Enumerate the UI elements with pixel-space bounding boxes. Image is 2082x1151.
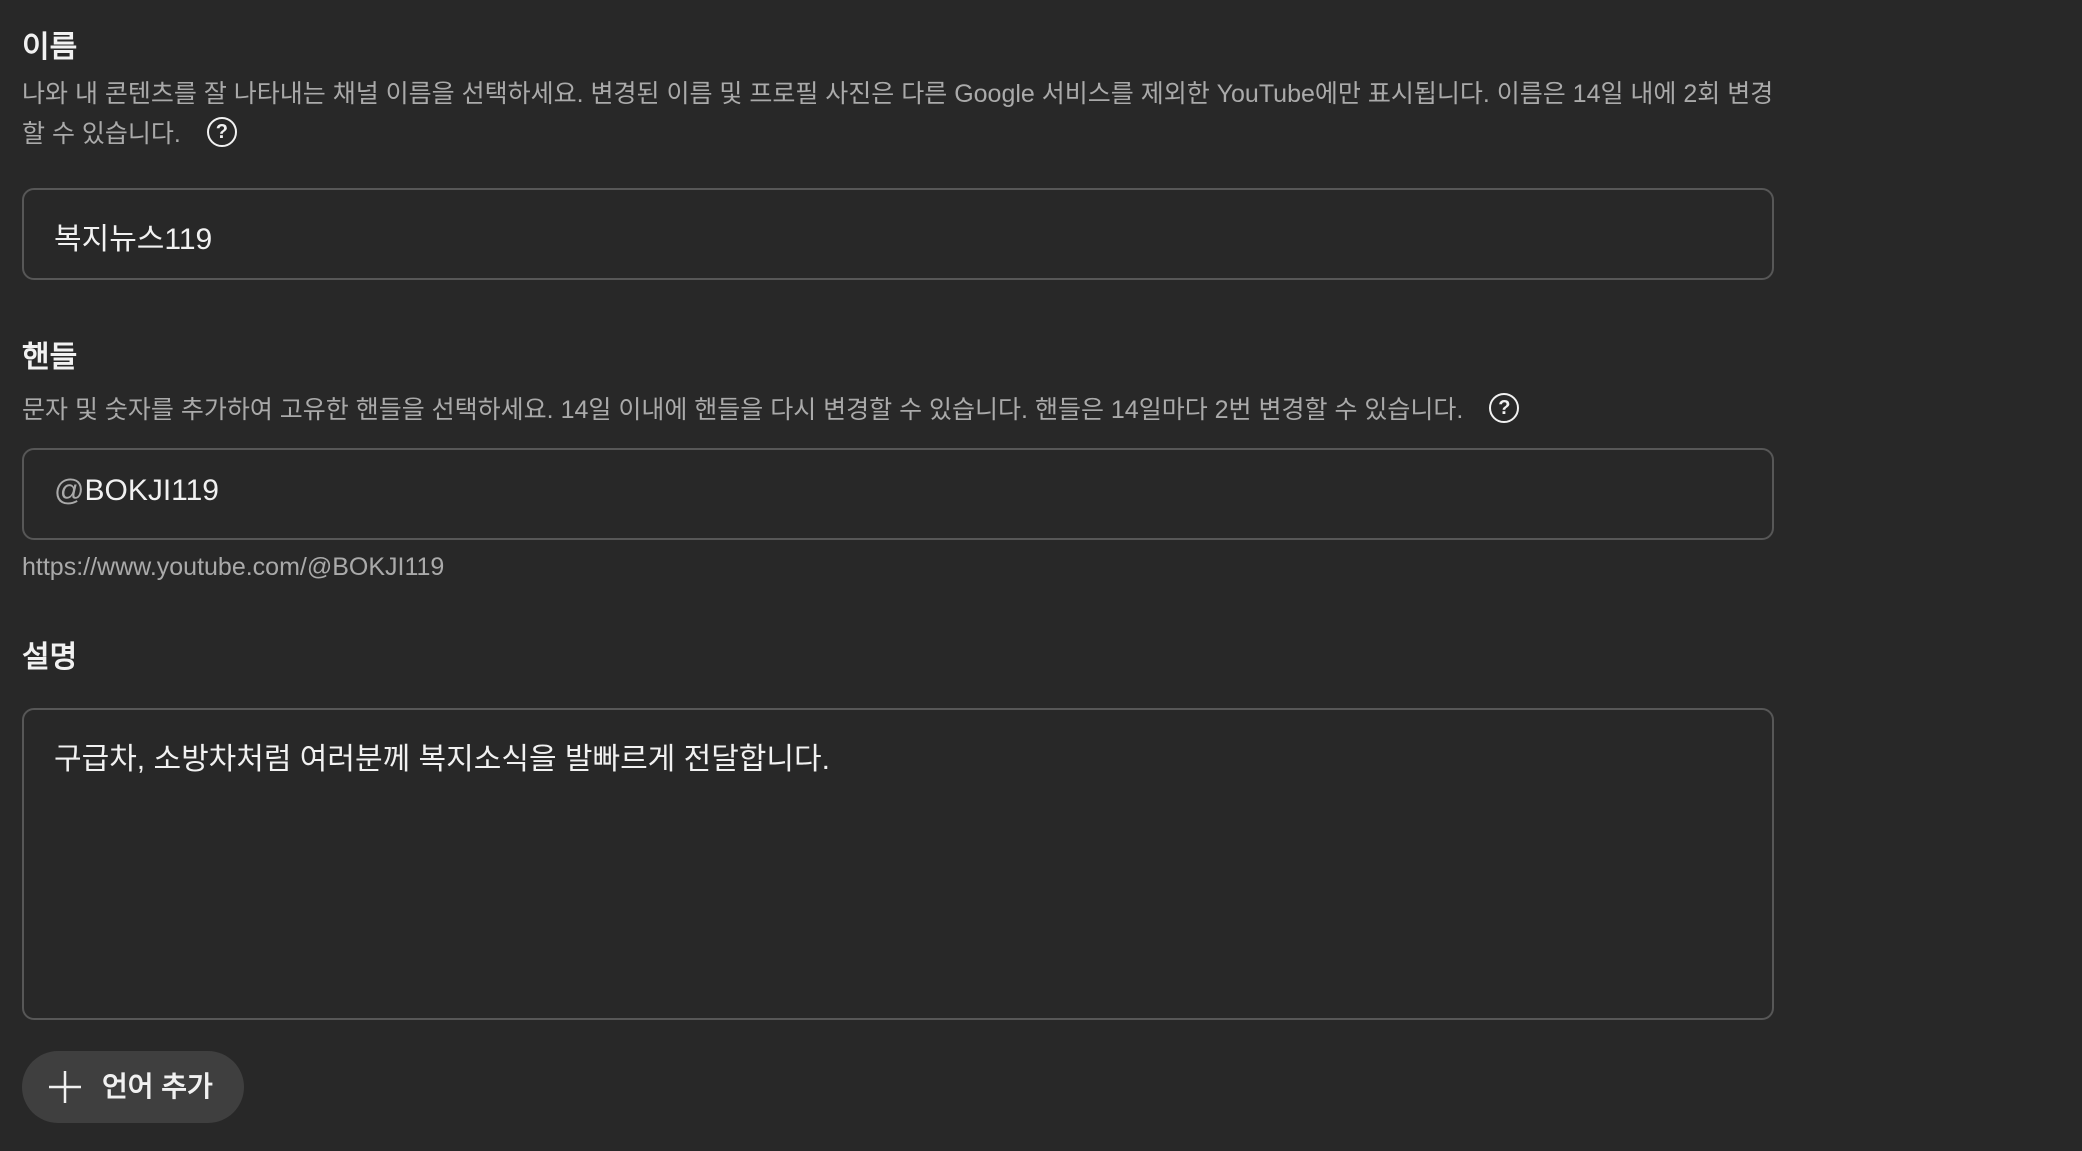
add-language-button[interactable]: 언어 추가: [22, 1051, 244, 1123]
handle-input[interactable]: @BOKJI119: [22, 448, 1774, 540]
add-language-label: 언어 추가: [102, 1071, 213, 1102]
name-section-title: 이름: [22, 31, 78, 64]
handle-prefix: @: [54, 474, 85, 507]
plus-icon: [49, 1071, 81, 1103]
name-help-icon[interactable]: ?: [206, 117, 237, 148]
description-value: 구급차, 소방차처럼 여러분께 복지소식을 발빠르게 전달합니다.: [54, 743, 830, 776]
name-input[interactable]: 복지뉴스119: [22, 188, 1774, 280]
name-section-description: 나와 내 콘텐츠를 잘 나타내는 채널 이름을 선택하세요. 변경된 이름 및 …: [22, 74, 1782, 154]
handle-help-icon[interactable]: ?: [1489, 393, 1520, 424]
handle-url: https://www.youtube.com/@BOKJI119: [22, 553, 445, 581]
channel-basic-info-form: 이름 나와 내 콘텐츠를 잘 나타내는 채널 이름을 선택하세요. 변경된 이름…: [0, 0, 2082, 1151]
description-textarea[interactable]: 구급차, 소방차처럼 여러분께 복지소식을 발빠르게 전달합니다.: [22, 708, 1774, 1020]
handle-description-text: 문자 및 숫자를 추가하여 고유한 핸들을 선택하세요. 14일 이내에 핸들을…: [22, 396, 1464, 424]
name-input-value: 복지뉴스119: [54, 223, 213, 256]
name-description-text: 나와 내 콘텐츠를 잘 나타내는 채널 이름을 선택하세요. 변경된 이름 및 …: [22, 80, 1774, 148]
handle-section-title: 핸들: [22, 341, 78, 374]
handle-value: BOKJI119: [84, 474, 219, 507]
handle-section-description: 문자 및 숫자를 추가하여 고유한 핸들을 선택하세요. 14일 이내에 핸들을…: [22, 390, 1782, 430]
description-section-title: 설명: [22, 641, 78, 674]
handle-input-value: @BOKJI119: [54, 474, 219, 508]
